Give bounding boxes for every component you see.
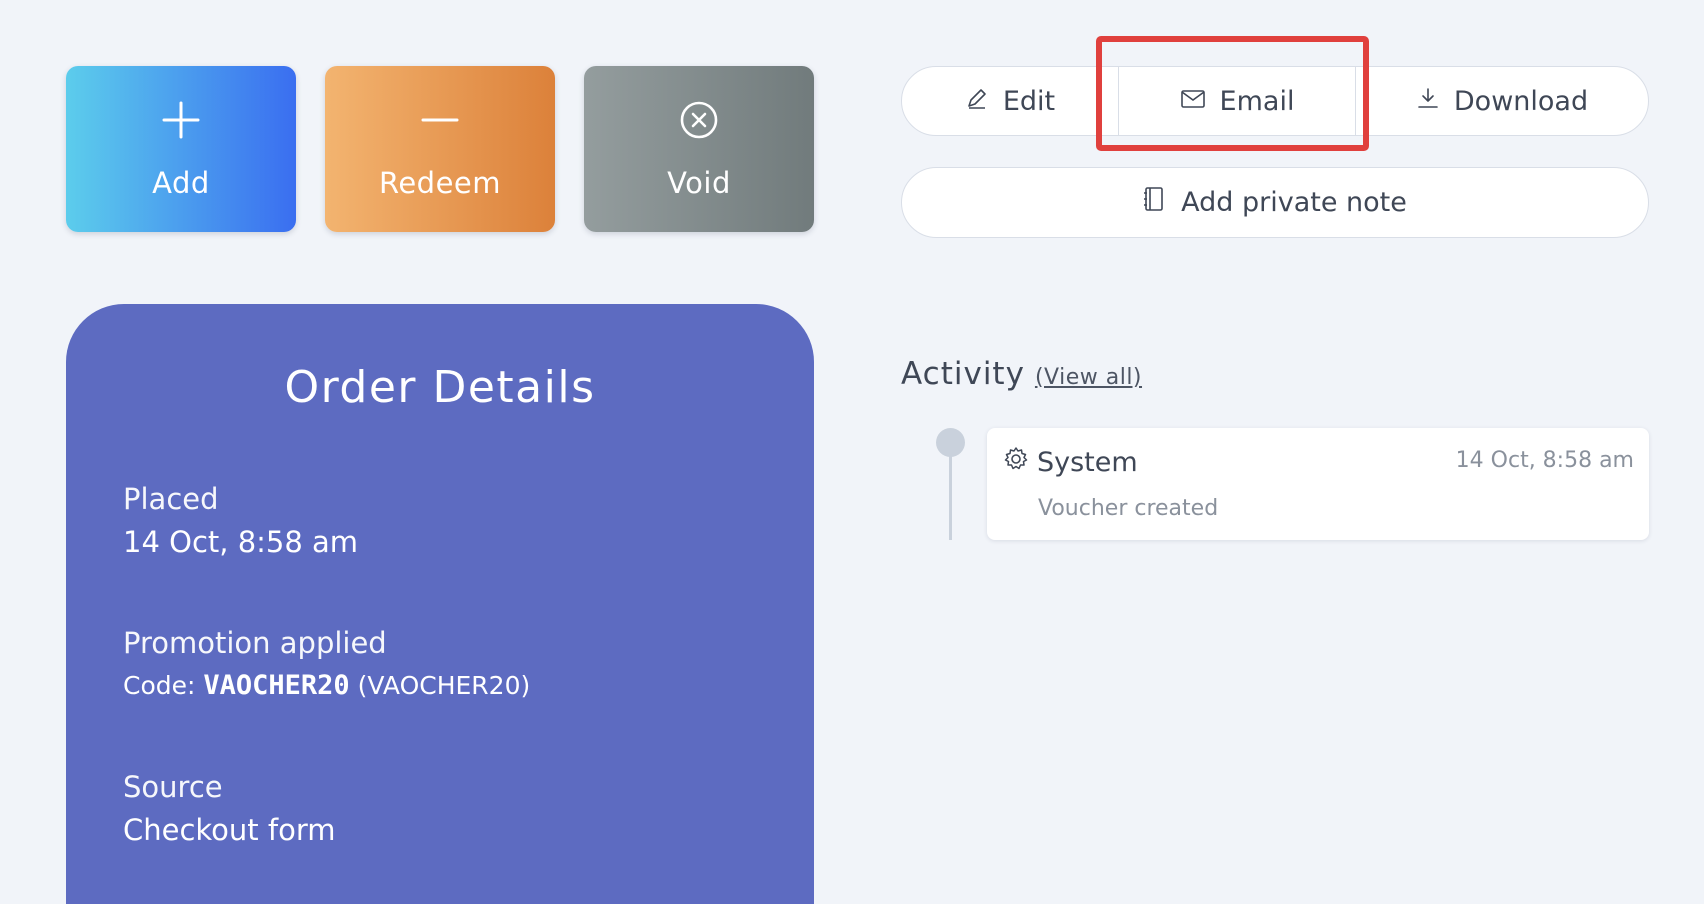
activity-heading: Activity (View all) [901, 356, 1142, 392]
email-button-label: Email [1219, 85, 1295, 117]
placed-label: Placed [123, 482, 219, 516]
add-private-note-label: Add private note [1181, 187, 1407, 218]
download-button-label: Download [1453, 85, 1589, 117]
view-all-link[interactable]: (View all) [1035, 365, 1142, 390]
activity-description: Voucher created [1038, 496, 1219, 521]
document-actions-toolbar: Edit Email Download [901, 66, 1649, 136]
redeem-button-label: Redeem [378, 166, 502, 200]
notebook-icon [1143, 186, 1165, 219]
timeline-line [949, 455, 952, 540]
download-button[interactable]: Download [1356, 67, 1648, 135]
minus-icon [420, 100, 460, 140]
add-button[interactable]: Add [66, 66, 296, 232]
promotion-name: (VAOCHER20) [357, 671, 531, 700]
edit-button[interactable]: Edit [902, 67, 1118, 135]
void-button[interactable]: Void [584, 66, 814, 232]
add-button-label: Add [152, 166, 210, 200]
activity-title: Activity [901, 356, 1025, 392]
code-prefix: Code: [123, 671, 196, 700]
activity-actor-name: System [1037, 447, 1138, 478]
order-details-title: Order Details [284, 362, 596, 413]
placed-value: 14 Oct, 8:58 am [123, 525, 359, 559]
edit-button-label: Edit [1002, 85, 1056, 117]
activity-actor: System [1003, 446, 1138, 479]
redeem-button[interactable]: Redeem [325, 66, 555, 232]
promotion-code-line: Code: VAOCHER20 (VAOCHER20) [123, 670, 530, 701]
timeline-dot [936, 428, 965, 457]
activity-timestamp: 14 Oct, 8:58 am [1455, 448, 1634, 473]
envelope-icon [1180, 86, 1206, 117]
order-details-card: Order Details Placed 14 Oct, 8:58 am Pro… [66, 304, 814, 904]
add-private-note-button[interactable]: Add private note [901, 167, 1649, 238]
download-icon [1416, 86, 1440, 117]
source-value: Checkout form [123, 813, 336, 847]
activity-item: System 14 Oct, 8:58 am Voucher created [987, 428, 1649, 540]
promotion-code: VAOCHER20 [203, 670, 350, 701]
email-button[interactable]: Email [1118, 67, 1356, 135]
void-button-label: Void [667, 166, 731, 200]
plus-icon [161, 100, 201, 140]
close-circle-icon [679, 100, 719, 140]
source-label: Source [123, 770, 223, 804]
pencil-icon [965, 86, 989, 117]
promotion-label: Promotion applied [123, 626, 387, 660]
gear-icon [1003, 446, 1029, 479]
